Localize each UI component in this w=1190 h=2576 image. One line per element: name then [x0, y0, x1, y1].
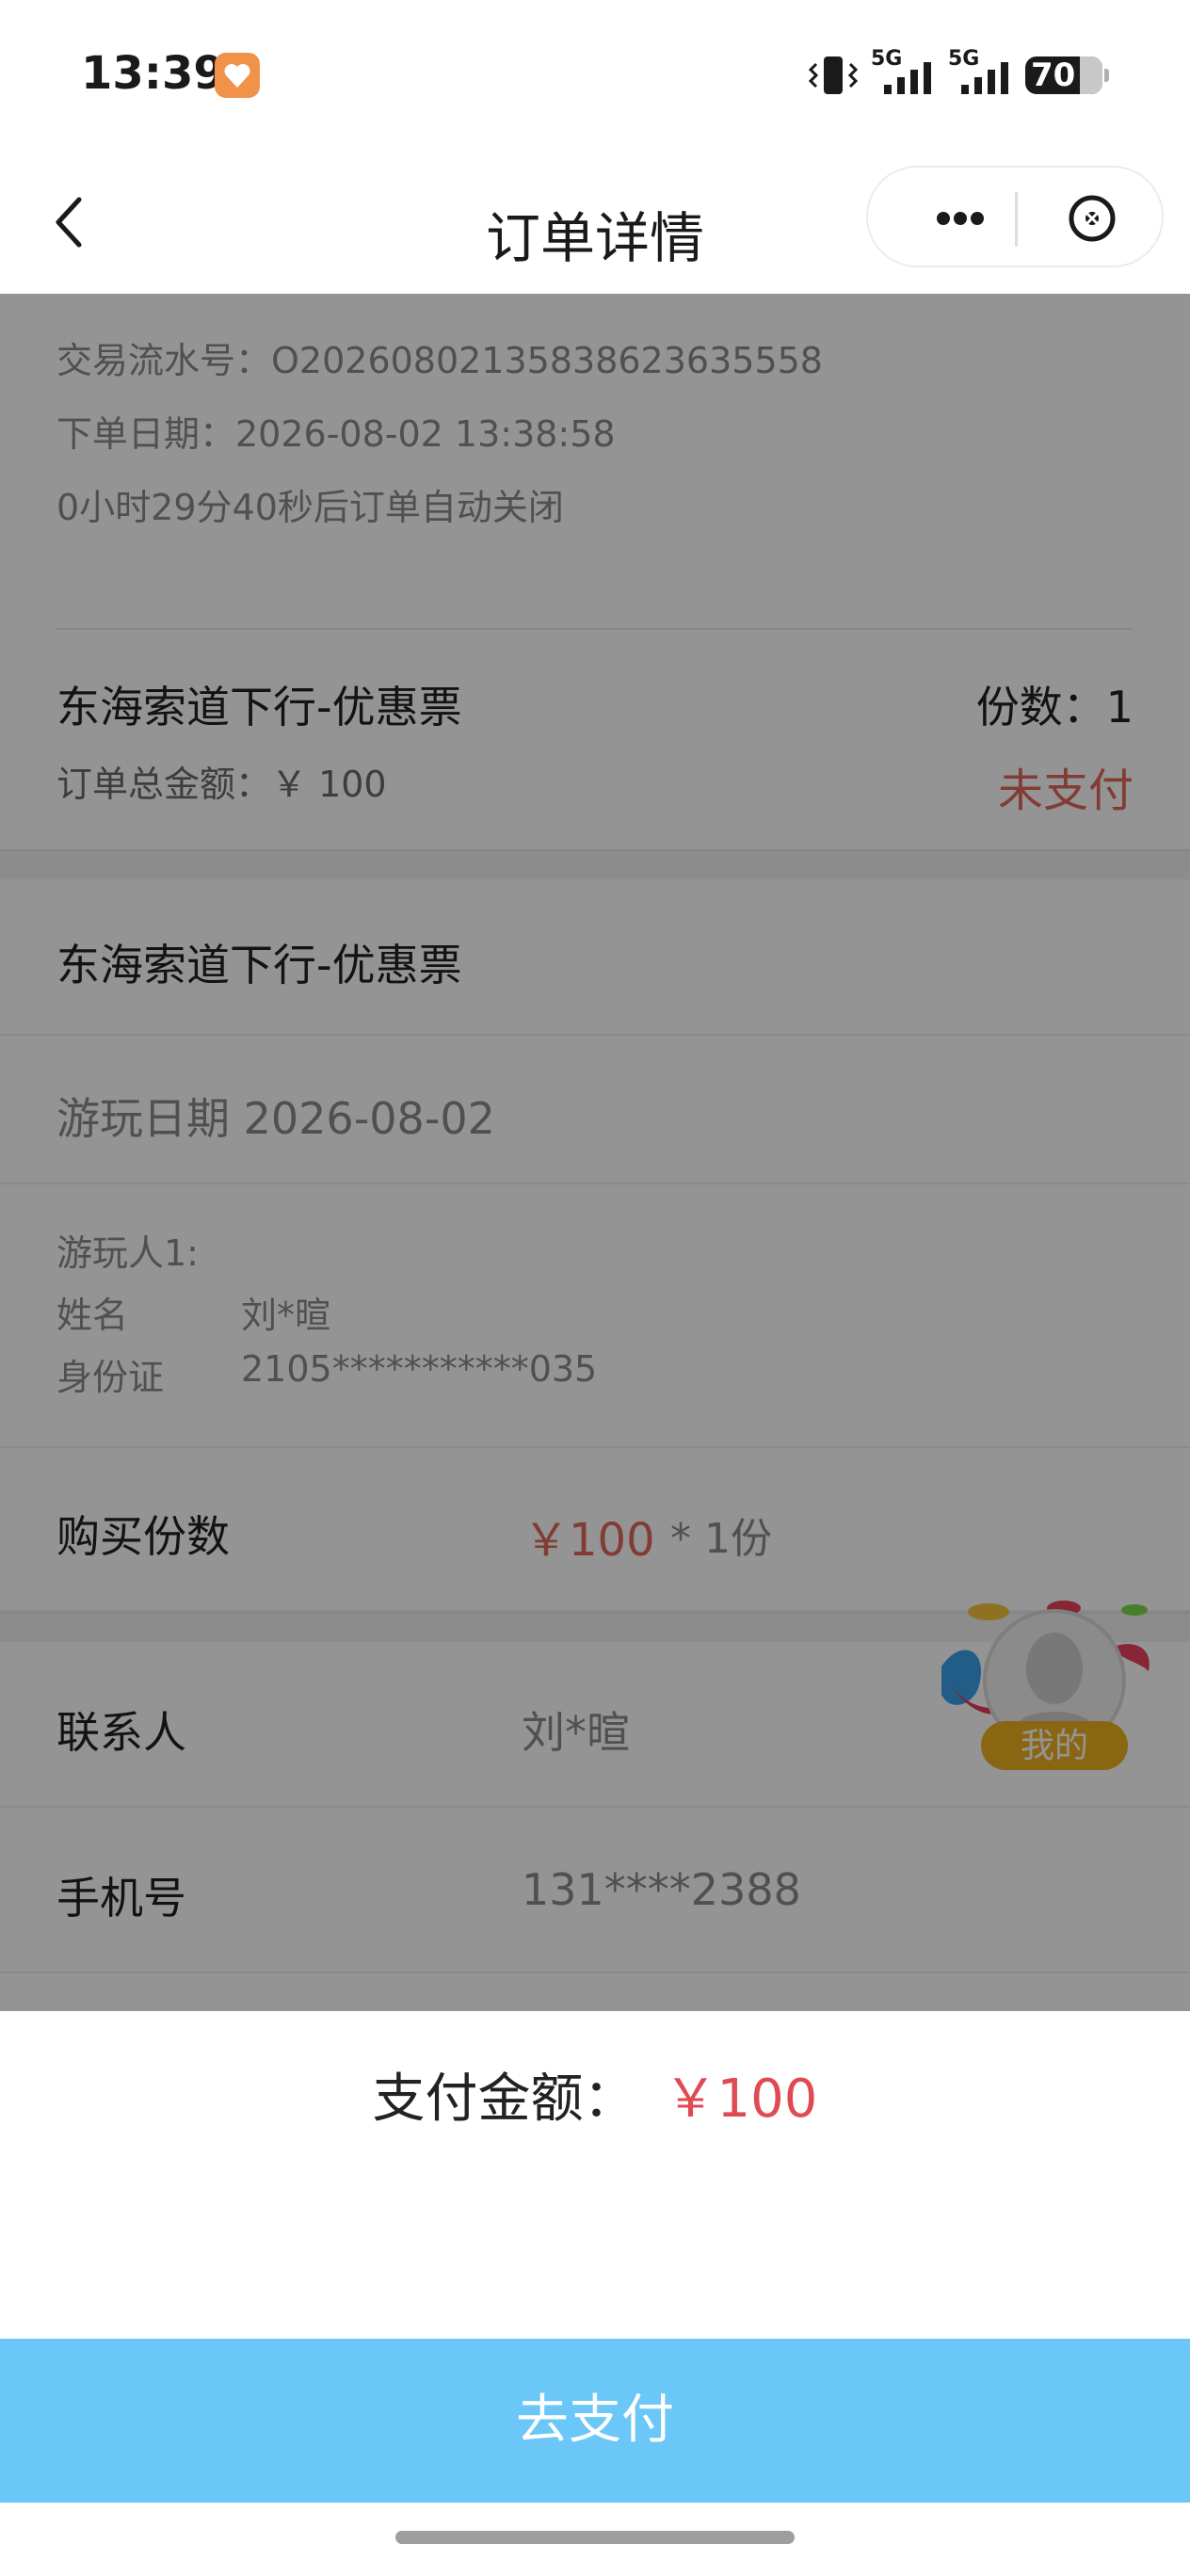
close-button[interactable] — [1060, 186, 1124, 250]
status-bar: 13:39 5G 5G 70 — [0, 0, 1190, 151]
status-icons: 5G 5G 70 — [807, 47, 1109, 98]
more-button[interactable] — [915, 190, 1005, 247]
payment-label: 支付金额： — [372, 2069, 636, 2130]
capsule-divider — [1015, 192, 1018, 247]
modal-overlay[interactable] — [0, 294, 1190, 2011]
mini-program-capsule — [866, 166, 1164, 267]
battery-cap — [1104, 69, 1109, 82]
payment-amount-line: 支付金额： ￥100 — [0, 2056, 1190, 2133]
signal-1-icon: 5G — [871, 47, 937, 98]
health-app-icon — [215, 53, 260, 98]
more-dots-icon — [937, 212, 984, 225]
battery-icon: 70 — [1025, 56, 1102, 94]
close-circle-icon — [1069, 195, 1116, 242]
signal-2-icon: 5G — [948, 47, 1014, 98]
status-time: 13:39 — [81, 47, 225, 100]
payment-sheet: 支付金额： ￥100 去支付 — [0, 2011, 1190, 2576]
pay-button[interactable]: 去支付 — [0, 2339, 1190, 2503]
nav-bar: 订单详情 — [0, 151, 1190, 294]
home-indicator[interactable] — [395, 2531, 795, 2544]
network-2-label: 5G — [948, 47, 980, 71]
network-1-label: 5G — [871, 47, 903, 71]
payment-amount: ￥100 — [664, 2069, 818, 2130]
battery-level: 70 — [1031, 56, 1076, 94]
page: 13:39 5G 5G 70 订单详情 交易流水号：O2026080213583… — [0, 0, 1190, 2576]
vibrate-icon — [808, 56, 859, 94]
